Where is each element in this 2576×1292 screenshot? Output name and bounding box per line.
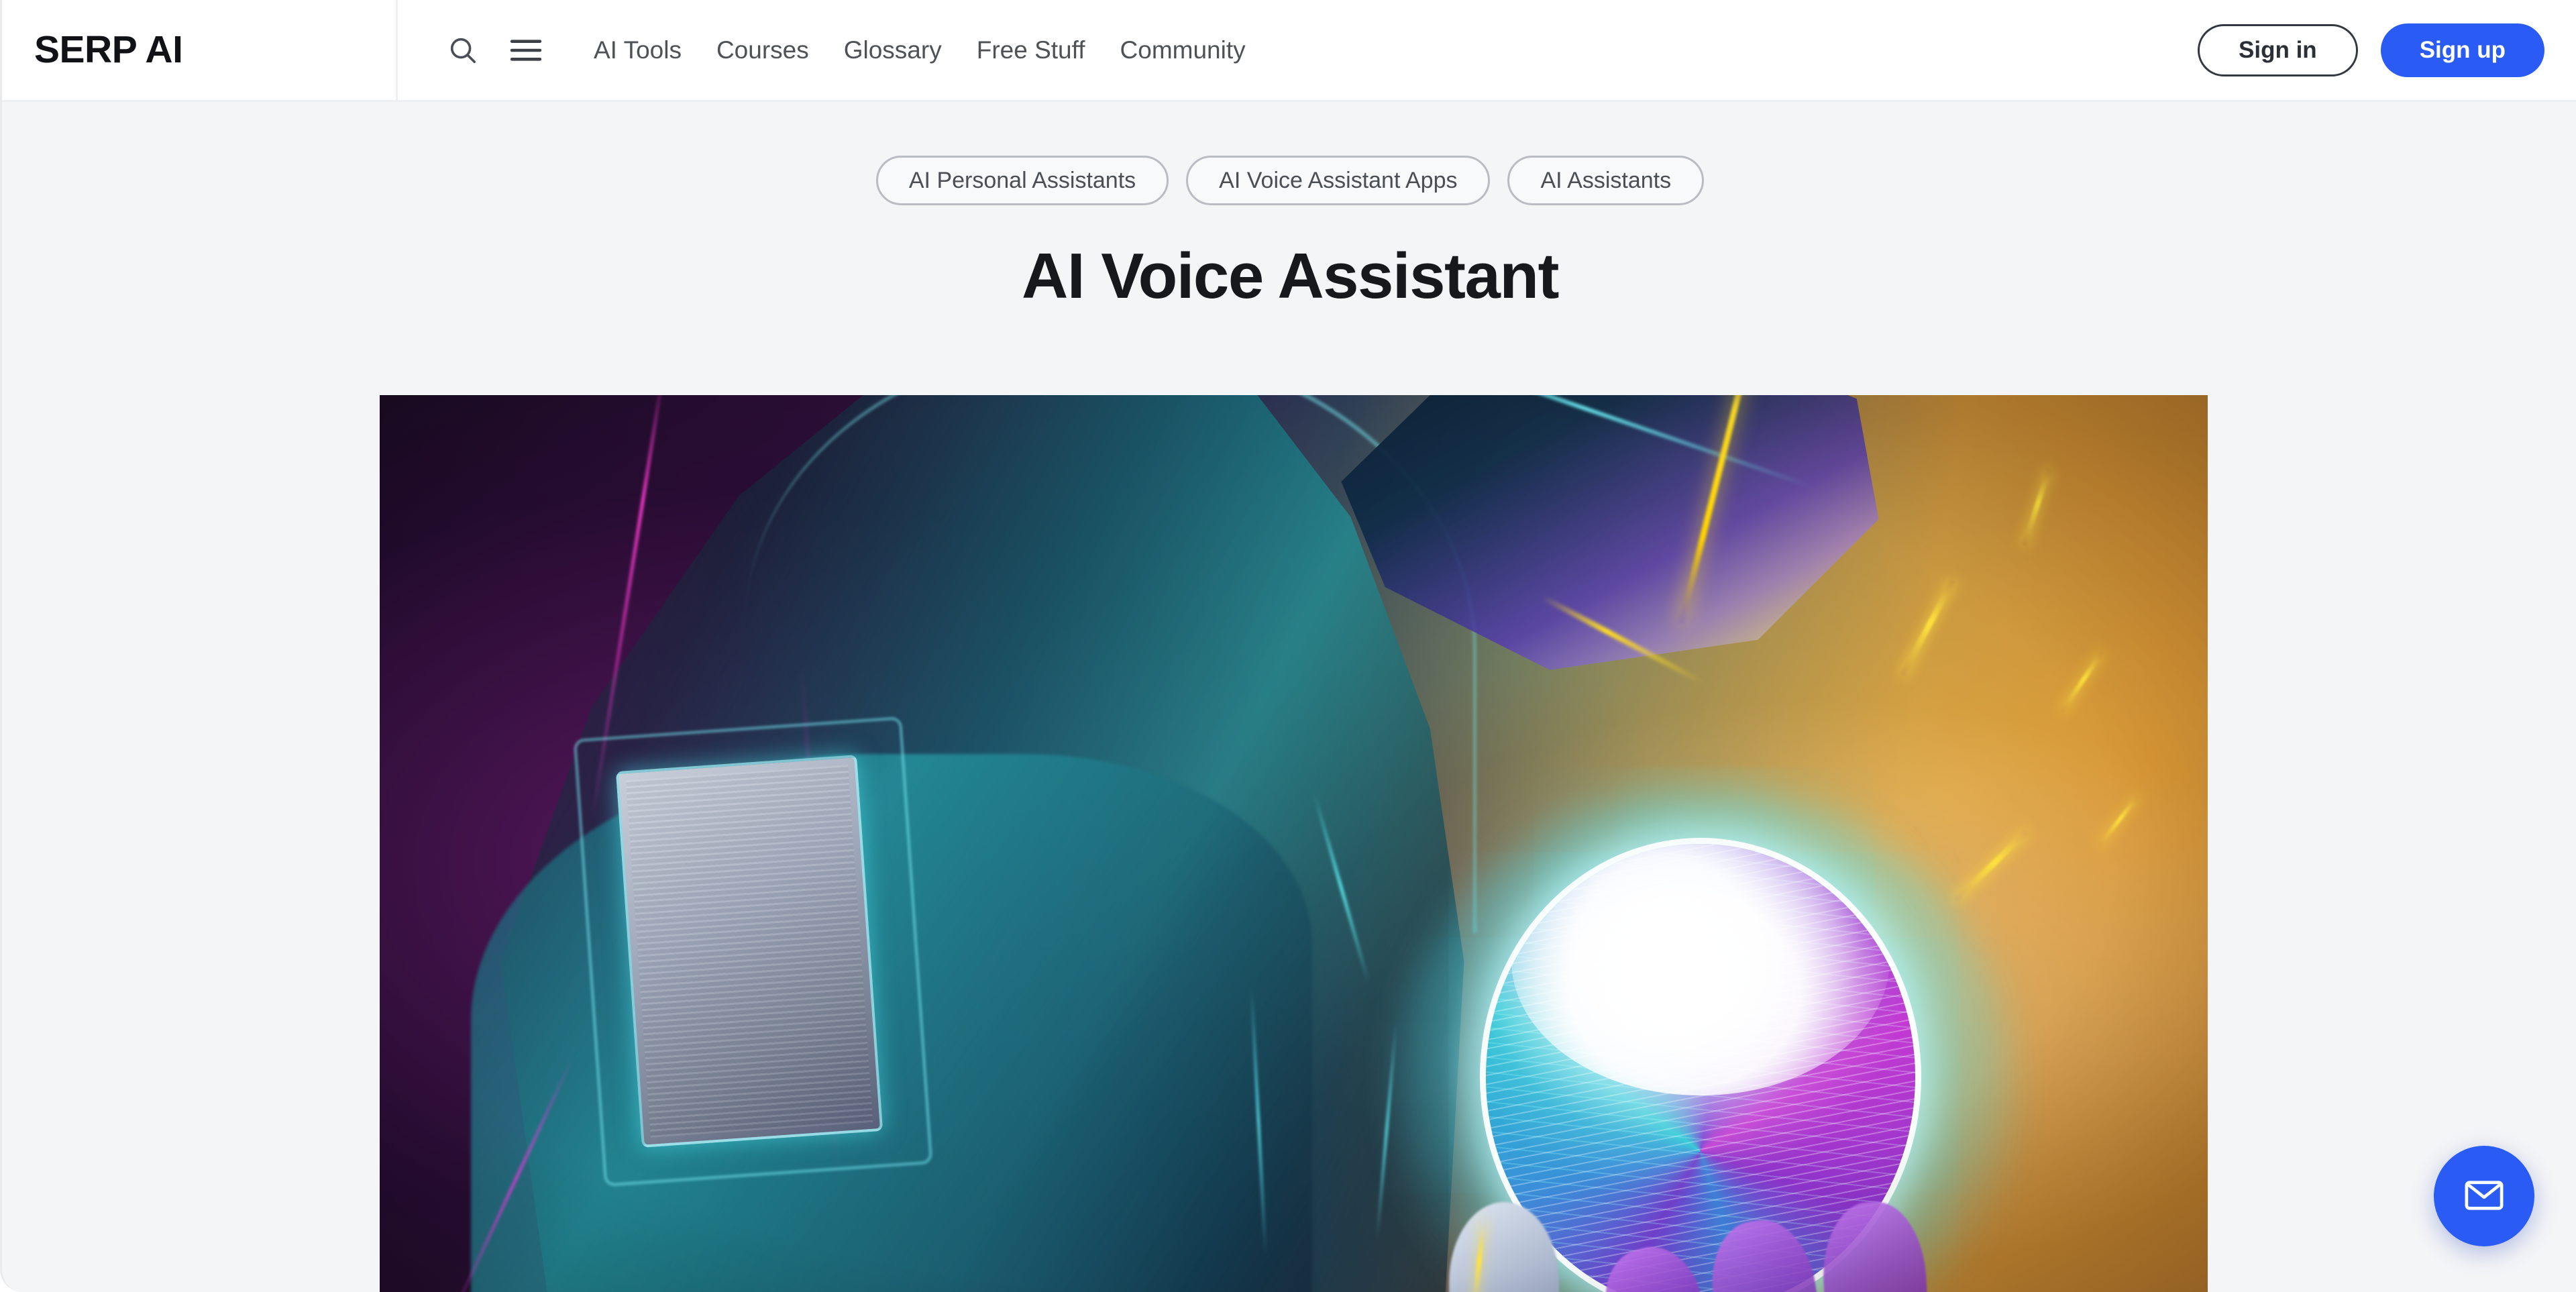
tag-pill-ai-assistants[interactable]: AI Assistants bbox=[1507, 156, 1705, 205]
yellow-spark-5 bbox=[2097, 795, 2139, 847]
nav-item-courses[interactable]: Courses bbox=[699, 38, 826, 62]
arm-device-panel bbox=[615, 755, 883, 1148]
tag-pill-ai-personal-assistants[interactable]: AI Personal Assistants bbox=[875, 156, 1169, 205]
tag-pill-ai-voice-assistant-apps[interactable]: AI Voice Assistant Apps bbox=[1186, 156, 1491, 205]
nav-item-glossary[interactable]: Glossary bbox=[826, 38, 959, 62]
primary-nav: AI Tools Courses Glossary Free Stuff Com… bbox=[576, 38, 1263, 62]
header-auth-group: Sign in Sign up bbox=[2198, 23, 2544, 77]
yellow-spark-3 bbox=[2059, 651, 2104, 714]
hero-artwork-canvas bbox=[380, 395, 2208, 1292]
page-title: AI Voice Assistant bbox=[1022, 240, 1559, 312]
site-logo[interactable]: SERP AI bbox=[34, 31, 183, 69]
browser-viewport: SERP AI AI Tools Courses Glossary Free S… bbox=[0, 0, 2576, 1292]
nav-item-free-stuff[interactable]: Free Stuff bbox=[959, 38, 1103, 62]
sign-up-button[interactable]: Sign up bbox=[2380, 23, 2544, 77]
hamburger-menu-icon[interactable] bbox=[506, 31, 545, 70]
nav-item-ai-tools[interactable]: AI Tools bbox=[576, 38, 699, 62]
search-icon[interactable] bbox=[443, 31, 482, 70]
envelope-icon bbox=[2462, 1173, 2506, 1220]
site-header: SERP AI AI Tools Courses Glossary Free S… bbox=[2, 0, 2576, 102]
brand-zone: SERP AI bbox=[2, 0, 398, 101]
yellow-spark-1 bbox=[2021, 468, 2052, 547]
sign-in-button[interactable]: Sign in bbox=[2198, 23, 2358, 76]
page-content: AI Personal Assistants AI Voice Assistan… bbox=[2, 102, 2576, 1292]
tag-pill-row: AI Personal Assistants AI Voice Assistan… bbox=[2, 156, 2576, 205]
yellow-spark-4 bbox=[1953, 829, 2029, 903]
header-icon-group bbox=[443, 31, 545, 70]
nav-item-community[interactable]: Community bbox=[1103, 38, 1263, 62]
hero-image bbox=[380, 395, 2208, 1292]
yellow-spark-2 bbox=[1899, 579, 1955, 678]
contact-email-button[interactable] bbox=[2434, 1146, 2534, 1246]
